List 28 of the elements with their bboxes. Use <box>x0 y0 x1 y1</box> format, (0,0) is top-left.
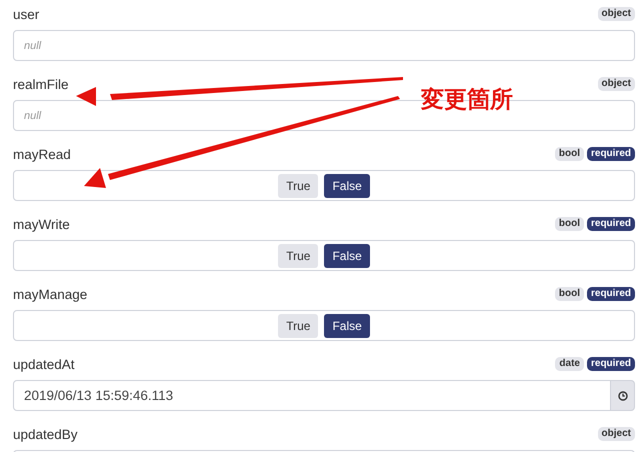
type-tag: object <box>598 427 635 441</box>
type-tag: date <box>555 357 584 371</box>
toggle-button[interactable]: True <box>278 314 318 338</box>
input-field[interactable]: null <box>13 30 635 61</box>
field-label: updatedBy <box>13 426 78 442</box>
field-label: mayRead <box>13 146 71 162</box>
type-tag: bool <box>554 287 584 301</box>
toggle-button[interactable]: True <box>278 244 318 268</box>
toggle-button[interactable]: False <box>324 314 370 338</box>
type-tag: bool <box>554 217 584 231</box>
type-tag: bool <box>554 147 584 161</box>
type-tag: object <box>598 7 635 21</box>
type-tag: required <box>586 287 635 301</box>
clock-icon <box>618 390 628 400</box>
toggle-button[interactable]: False <box>324 174 370 198</box>
field-label: mayWrite <box>13 216 70 232</box>
field-label: updatedAt <box>13 356 75 372</box>
toggle-button[interactable]: False <box>324 244 370 268</box>
field-label: user <box>13 6 40 22</box>
type-tag: required <box>586 217 635 231</box>
clock-button[interactable] <box>611 380 635 411</box>
field-label: mayManage <box>13 286 88 302</box>
date-field[interactable]: 2019/06/13 15:59:46.113 <box>13 380 611 411</box>
type-tag: object <box>598 77 635 91</box>
field-label: realmFile <box>13 76 69 92</box>
toggle-button[interactable]: True <box>278 174 318 198</box>
type-tag: required <box>586 147 635 161</box>
type-tag: required <box>586 357 635 371</box>
